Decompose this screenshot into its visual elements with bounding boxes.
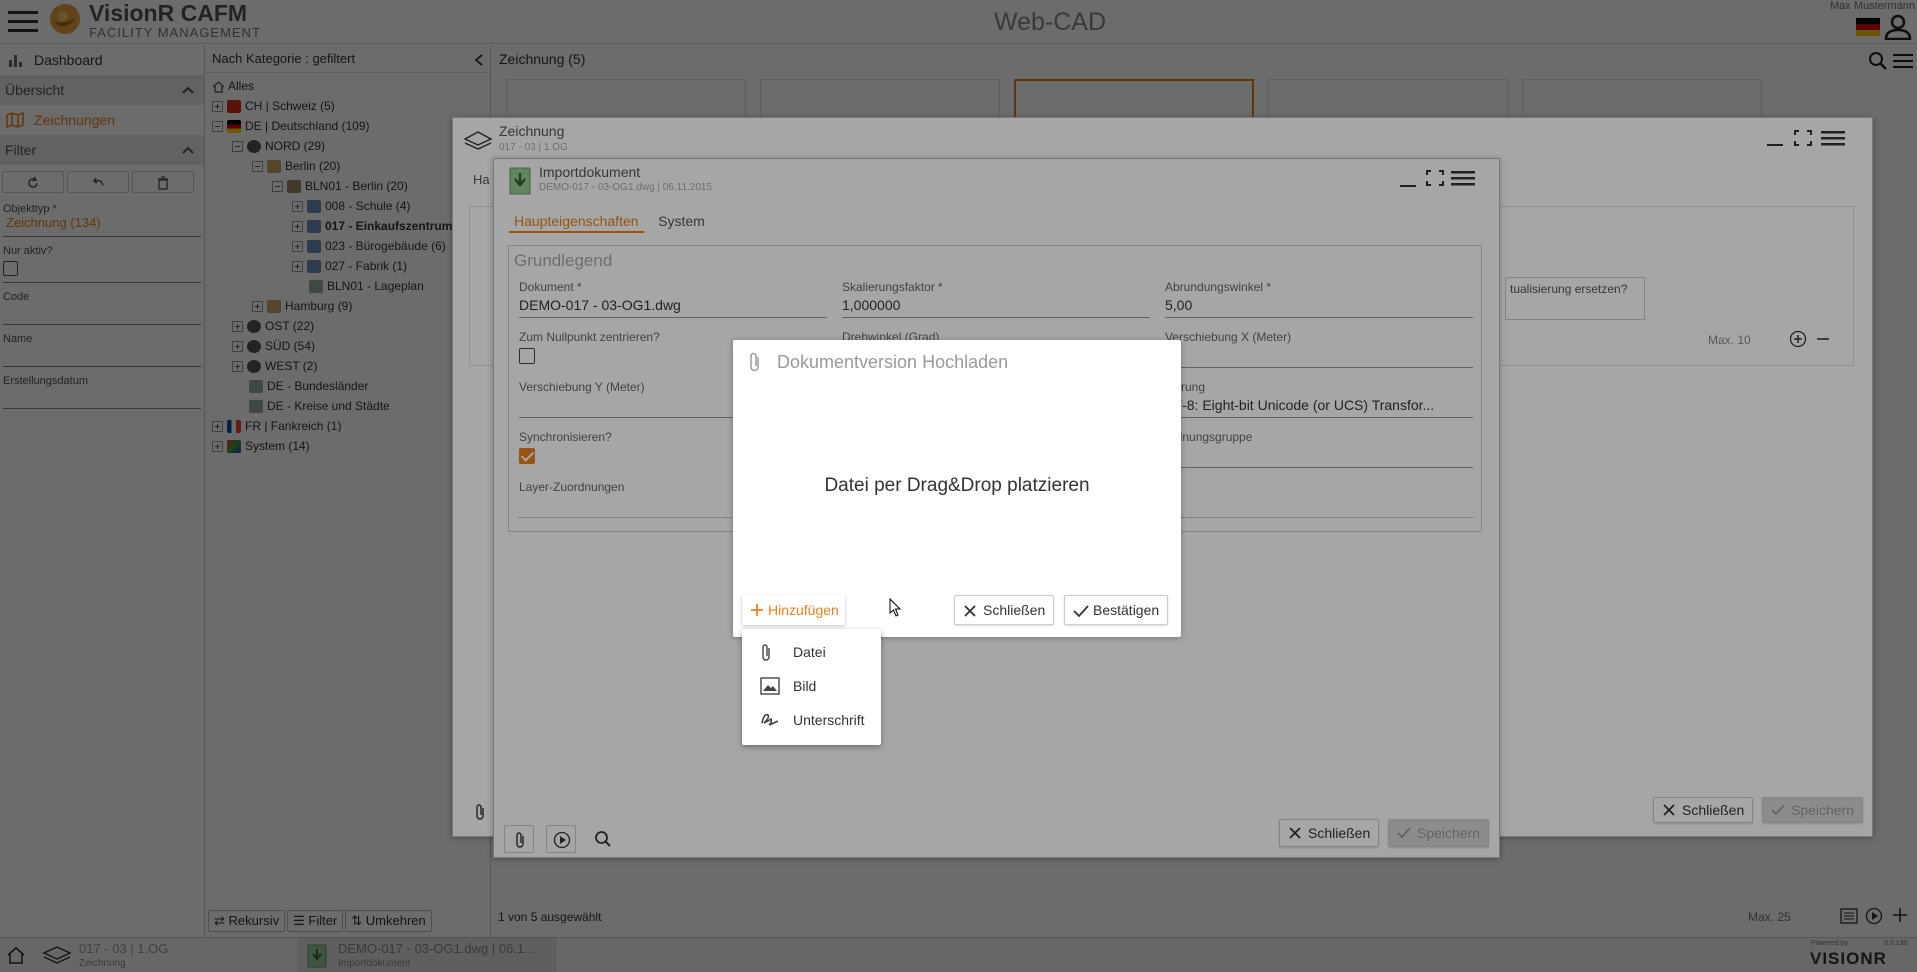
dialog-title: Dokumentversion Hochladen [777, 352, 1009, 372]
mouse-cursor-icon [889, 598, 902, 617]
dialog-close-button[interactable]: Schließen [954, 595, 1055, 625]
menu-item-signature[interactable]: Unterschrift [742, 703, 881, 737]
add-button[interactable]: Hinzufügen [742, 595, 845, 625]
image-icon [760, 677, 780, 695]
close-icon [964, 605, 976, 617]
upload-dialog: Dokumentversion Hochladen Datei per Drag… [733, 340, 1181, 637]
plus-icon [751, 604, 763, 616]
menu-item-file[interactable]: Datei [742, 635, 881, 669]
dialog-confirm-button[interactable]: Bestätigen [1064, 595, 1169, 625]
signature-icon [761, 713, 779, 726]
attachment-icon [750, 352, 759, 372]
add-dropdown-menu: Datei Bild Unterschrift [742, 629, 881, 745]
drop-zone-text[interactable]: Datei per Drag&Drop platzieren [733, 475, 1181, 497]
check-icon [1073, 605, 1089, 618]
attachment-icon [762, 644, 770, 661]
menu-item-image[interactable]: Bild [742, 669, 881, 703]
